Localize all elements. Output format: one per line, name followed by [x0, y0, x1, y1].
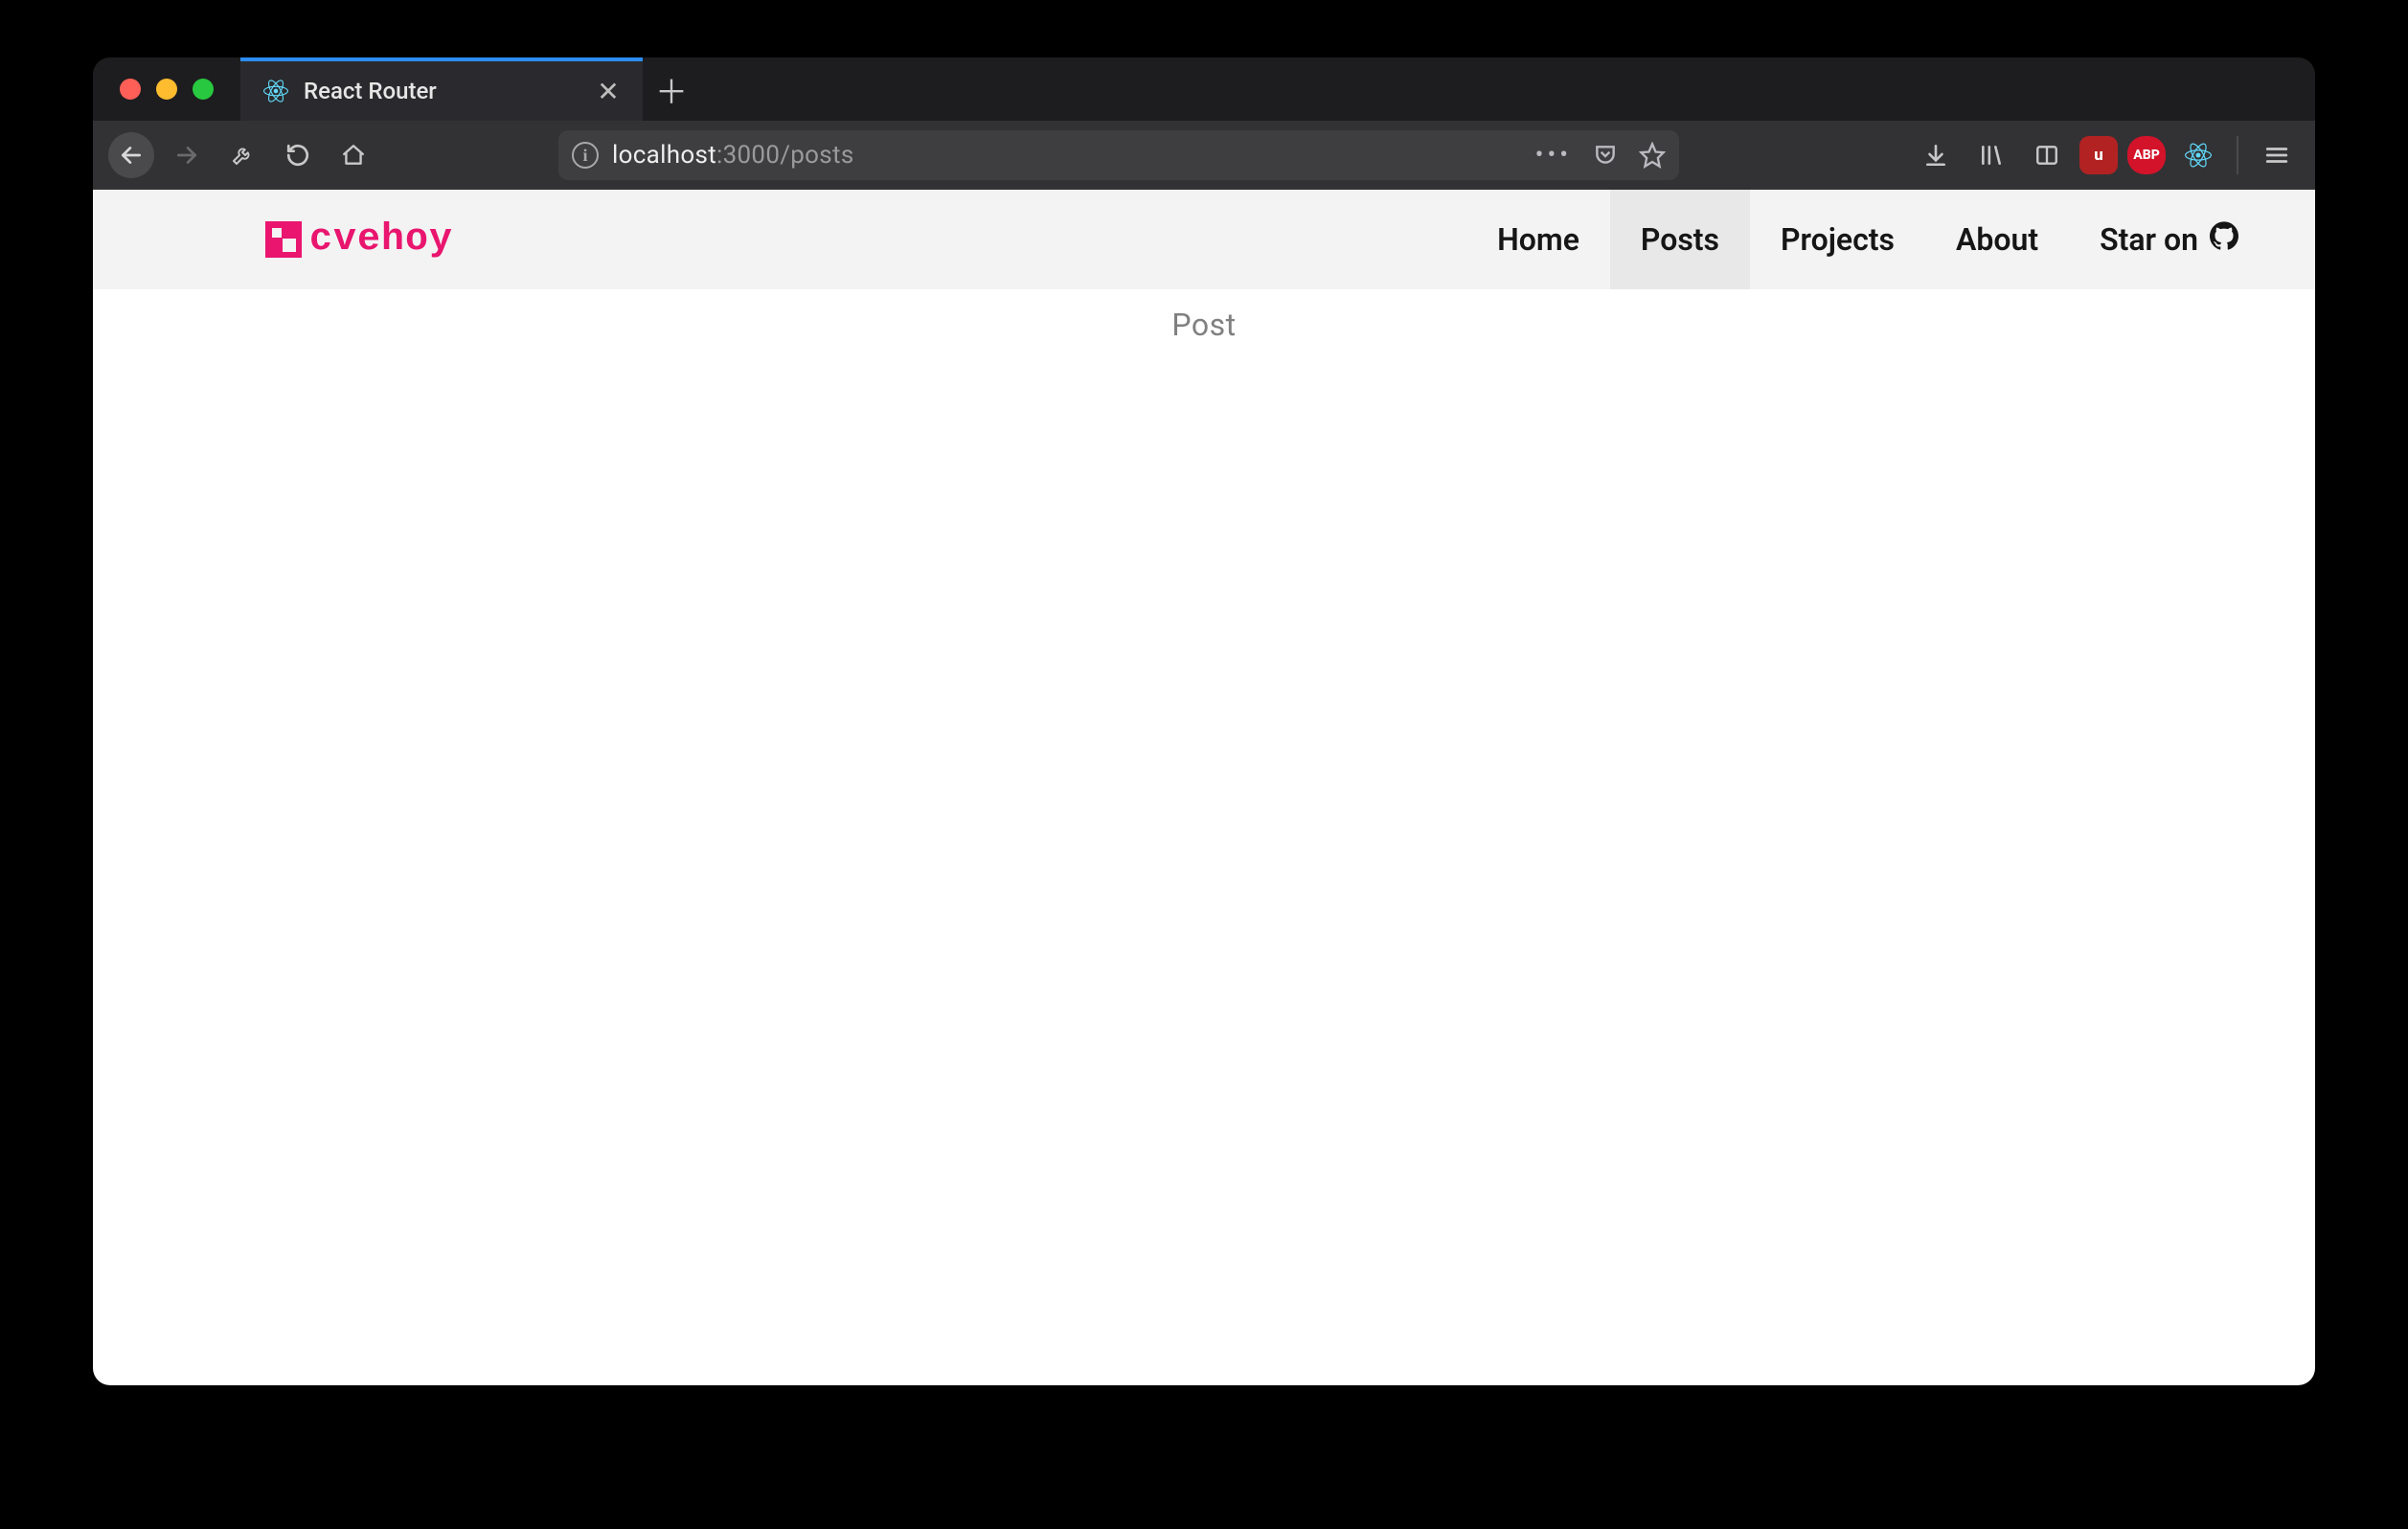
bookmark-star-icon[interactable]: [1639, 142, 1666, 169]
react-icon: [263, 79, 288, 103]
back-button[interactable]: [108, 132, 154, 178]
close-window-button[interactable]: [120, 79, 141, 100]
window-controls: [93, 57, 240, 121]
ublock-extension-icon[interactable]: u: [2079, 136, 2118, 174]
sidebar-button[interactable]: [2024, 132, 2070, 178]
page-body-text: Post: [93, 289, 2315, 343]
browser-window: React Router ✕ ＋ i: [93, 57, 2315, 1385]
address-bar[interactable]: i localhost:3000/posts •••: [558, 130, 1679, 180]
site-info-icon[interactable]: i: [572, 142, 599, 169]
nav-about[interactable]: About: [1925, 190, 2069, 289]
nav-star-label: Star on: [2100, 221, 2198, 258]
library-button[interactable]: [1968, 132, 2014, 178]
adblock-extension-icon[interactable]: ABP: [2127, 136, 2166, 174]
titlebar: React Router ✕ ＋: [93, 57, 2315, 121]
forward-button[interactable]: [164, 132, 210, 178]
nav-projects[interactable]: Projects: [1750, 190, 1925, 289]
site-logo[interactable]: cvehoy: [265, 218, 453, 262]
nav-posts[interactable]: Posts: [1610, 190, 1750, 289]
url-host: localhost: [612, 141, 716, 170]
close-tab-button[interactable]: ✕: [593, 76, 624, 106]
new-tab-button[interactable]: ＋: [643, 57, 700, 121]
toolbar-separator: [2237, 136, 2238, 174]
pocket-icon[interactable]: [1593, 143, 1618, 168]
browser-toolbar: i localhost:3000/posts •••: [93, 121, 2315, 190]
maximize-window-button[interactable]: [193, 79, 214, 100]
site-header: cvehoy Home Posts Projects About Star on: [93, 190, 2315, 289]
tab-title: React Router: [304, 78, 578, 104]
page-actions-icon[interactable]: •••: [1535, 141, 1572, 170]
url-path: :3000/posts: [716, 141, 854, 170]
browser-tab-active[interactable]: React Router ✕: [240, 57, 643, 121]
devtools-button[interactable]: [219, 132, 265, 178]
site-nav: Home Posts Projects About Star on: [1466, 190, 2269, 289]
logo-mark-icon: [265, 221, 302, 258]
app-menu-button[interactable]: [2254, 132, 2300, 178]
nav-home[interactable]: Home: [1466, 190, 1610, 289]
nav-star-on-github[interactable]: Star on: [2069, 190, 2269, 289]
reload-button[interactable]: [275, 132, 321, 178]
github-icon: [2210, 221, 2238, 258]
downloads-button[interactable]: [1913, 132, 1959, 178]
toolbar-right: u ABP: [1913, 132, 2300, 178]
logo-text: cvehoy: [309, 218, 453, 262]
react-devtools-extension-icon[interactable]: [2175, 132, 2221, 178]
page-viewport: cvehoy Home Posts Projects About Star on…: [93, 190, 2315, 1385]
home-button[interactable]: [330, 132, 376, 178]
url-text: localhost:3000/posts: [612, 141, 1522, 170]
minimize-window-button[interactable]: [156, 79, 177, 100]
